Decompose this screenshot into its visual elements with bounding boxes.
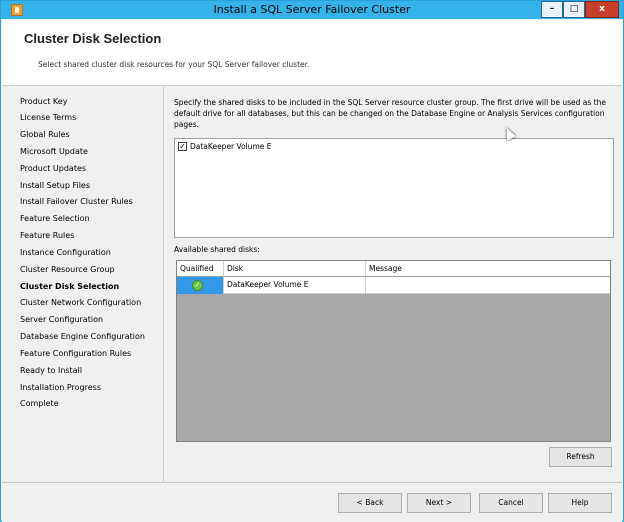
page-subtitle: Select shared cluster disk resources for…	[38, 60, 310, 69]
instructions-text: Specify the shared disks to be included …	[174, 98, 606, 129]
maximize-button[interactable]: □	[563, 1, 585, 18]
disk-cell[interactable]: DataKeeper Volume E	[224, 277, 366, 294]
disk-checkbox[interactable]: ✓	[178, 142, 187, 151]
sidebar-item-complete[interactable]: Complete	[20, 399, 59, 408]
message-cell[interactable]	[366, 277, 610, 294]
back-button[interactable]: < Back	[338, 493, 402, 513]
help-button[interactable]: Help	[548, 493, 612, 513]
table-row[interactable]: ✓ DataKeeper Volume E	[177, 277, 610, 294]
sidebar-item-cluster-network-configuration[interactable]: Cluster Network Configuration	[20, 298, 141, 307]
steps-sidebar: Product Key License Terms Global Rules M…	[2, 87, 164, 482]
page-header: Cluster Disk Selection Select shared clu…	[2, 20, 622, 86]
close-button[interactable]: x	[585, 1, 619, 18]
column-header-qualified[interactable]: Qualified	[177, 261, 224, 277]
sidebar-item-instance-configuration[interactable]: Instance Configuration	[20, 248, 111, 257]
column-header-disk[interactable]: Disk	[224, 261, 366, 277]
sidebar-item-license-terms[interactable]: License Terms	[20, 113, 76, 122]
column-header-message[interactable]: Message	[366, 261, 610, 277]
sidebar-item-database-engine-configuration[interactable]: Database Engine Configuration	[20, 332, 145, 341]
grid-header: Qualified Disk Message	[177, 261, 610, 277]
sidebar-item-product-key[interactable]: Product Key	[20, 97, 67, 106]
next-button[interactable]: Next >	[407, 493, 471, 513]
sidebar-item-global-rules[interactable]: Global Rules	[20, 130, 70, 139]
sidebar-item-install-failover-cluster-rules[interactable]: Install Failover Cluster Rules	[20, 197, 133, 206]
cancel-button[interactable]: Cancel	[479, 493, 543, 513]
sidebar-item-feature-configuration-rules[interactable]: Feature Configuration Rules	[20, 349, 131, 358]
disk-checklist-label: DataKeeper Volume E	[190, 142, 272, 151]
sidebar-item-cluster-resource-group[interactable]: Cluster Resource Group	[20, 265, 115, 274]
qualified-cell[interactable]: ✓	[177, 277, 224, 294]
title-bar[interactable]: Install a SQL Server Failover Cluster – …	[1, 1, 623, 19]
window-title: Install a SQL Server Failover Cluster	[213, 3, 411, 16]
available-disks-grid[interactable]: Qualified Disk Message ✓ DataKeeper Volu…	[176, 260, 611, 442]
page-title: Cluster Disk Selection	[24, 31, 162, 46]
sidebar-item-install-setup-files[interactable]: Install Setup Files	[20, 181, 90, 190]
sidebar-item-feature-selection[interactable]: Feature Selection	[20, 214, 90, 223]
sidebar-item-installation-progress[interactable]: Installation Progress	[20, 383, 101, 392]
sidebar-item-cluster-disk-selection[interactable]: Cluster Disk Selection	[20, 282, 119, 291]
available-disks-label: Available shared disks:	[174, 245, 260, 254]
check-ok-icon: ✓	[192, 280, 203, 291]
sidebar-item-product-updates[interactable]: Product Updates	[20, 164, 86, 173]
sidebar-item-ready-to-install[interactable]: Ready to Install	[20, 366, 82, 375]
sidebar-item-server-configuration[interactable]: Server Configuration	[20, 315, 103, 324]
refresh-button[interactable]: Refresh	[549, 447, 612, 467]
sidebar-item-feature-rules[interactable]: Feature Rules	[20, 231, 74, 240]
sidebar-item-microsoft-update[interactable]: Microsoft Update	[20, 147, 88, 156]
disk-checklist-item[interactable]: ✓ DataKeeper Volume E	[178, 142, 272, 151]
installer-window: Install a SQL Server Failover Cluster – …	[0, 0, 624, 522]
cluster-disk-checklist[interactable]: ✓ DataKeeper Volume E	[174, 138, 614, 238]
minimize-button[interactable]: –	[541, 1, 563, 18]
